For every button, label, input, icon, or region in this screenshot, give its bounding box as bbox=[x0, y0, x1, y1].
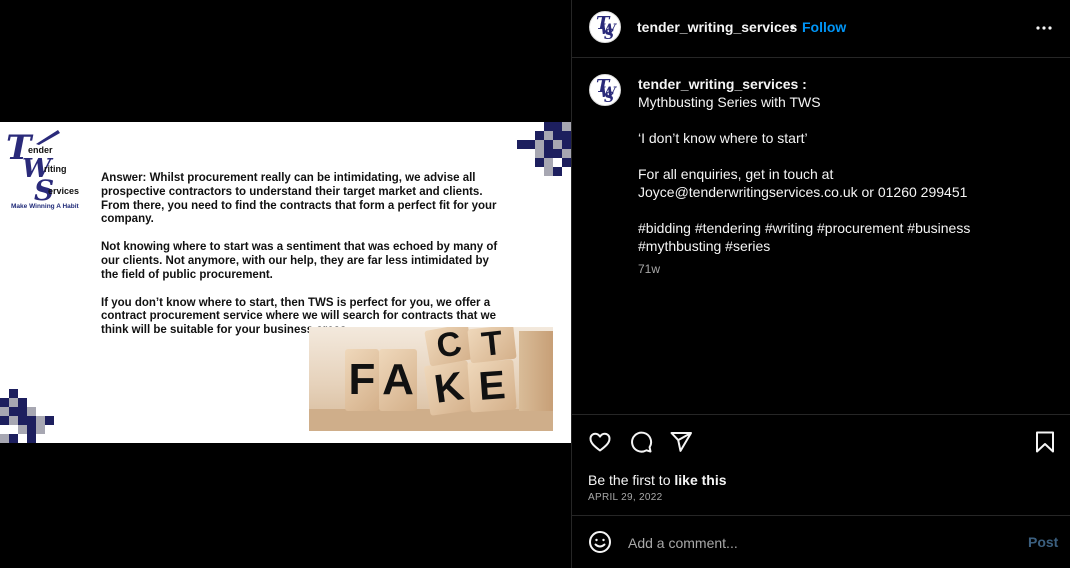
header-username[interactable]: tender_writing_services bbox=[637, 19, 797, 35]
post-side-panel: T W S tender_writing_services • Follow T… bbox=[571, 0, 1070, 568]
post-date: APRIL 29, 2022 bbox=[588, 492, 663, 503]
caption-username[interactable]: tender_writing_services : bbox=[638, 76, 807, 92]
comment-input[interactable] bbox=[628, 534, 1008, 552]
answer-paragraph: Not knowing where to start was a sentime… bbox=[101, 241, 498, 281]
tws-logo: T ender W riting S ervices Make Winning … bbox=[6, 128, 80, 210]
caption-area: T W S tender_writing_services : Mythbust… bbox=[572, 58, 1070, 415]
more-horizontal-icon[interactable] bbox=[1032, 16, 1056, 40]
post-actions: Be the first to like this APRIL 29, 2022 bbox=[572, 415, 1070, 515]
die-letter: F bbox=[345, 349, 379, 411]
like-this-link[interactable]: like this bbox=[674, 472, 726, 488]
pen-icon bbox=[36, 130, 60, 145]
pixel-decoration-bottom-left bbox=[0, 389, 54, 443]
separator-dot: • bbox=[790, 19, 795, 35]
fake-fact-dice-photo: F A K E C T bbox=[309, 327, 553, 431]
pixel-decoration-top-right bbox=[517, 122, 571, 176]
post-comment-button[interactable]: Post bbox=[1028, 534, 1058, 550]
likes-prefix: Be the first to bbox=[588, 472, 675, 488]
caption-text: Mythbusting Series with TWS ‘I don’t kno… bbox=[638, 94, 971, 254]
caption-timestamp[interactable]: 71w bbox=[638, 262, 660, 276]
answer-paragraph: Answer: Whilst procurement really can be… bbox=[101, 172, 497, 226]
die-letter: A bbox=[379, 349, 417, 411]
emoji-icon[interactable] bbox=[588, 530, 612, 554]
die-letter: K bbox=[423, 360, 475, 416]
follow-button[interactable]: Follow bbox=[802, 19, 846, 35]
avatar[interactable]: T W S bbox=[589, 11, 621, 43]
answer-text: Answer: Whilst procurement really can be… bbox=[101, 172, 501, 352]
post-media-area: T ender W riting S ervices Make Winning … bbox=[0, 0, 571, 568]
comment-icon[interactable] bbox=[629, 430, 653, 454]
post-header: T W S tender_writing_services • Follow bbox=[572, 0, 1070, 58]
die-letter: E bbox=[467, 359, 517, 413]
share-icon[interactable] bbox=[669, 430, 693, 454]
heart-icon[interactable] bbox=[588, 430, 612, 454]
caption-avatar[interactable]: T W S bbox=[589, 74, 621, 106]
logo-tagline: Make Winning A Habit bbox=[11, 203, 79, 210]
bookmark-icon[interactable] bbox=[1033, 430, 1057, 454]
die-letter: T bbox=[467, 327, 517, 364]
post-image[interactable]: T ender W riting S ervices Make Winning … bbox=[0, 122, 571, 443]
likes-text: Be the first to like this bbox=[588, 472, 727, 488]
comment-bar: Post bbox=[572, 515, 1070, 568]
